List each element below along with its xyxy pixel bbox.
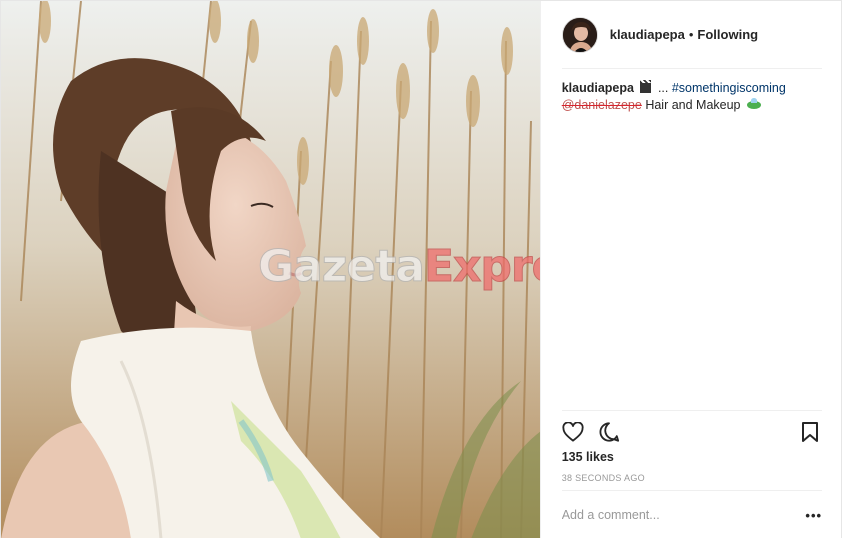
post-photo[interactable]: GazetaExpress: [1, 1, 540, 538]
comment-button[interactable]: [596, 419, 622, 445]
clapperboard-icon: [640, 80, 652, 93]
bookmark-icon: [801, 422, 818, 442]
avatar[interactable]: [561, 16, 598, 53]
caption-hashtag[interactable]: #somethingiscoming: [672, 81, 786, 95]
more-options-button[interactable]: •••: [803, 505, 825, 525]
divider: [561, 410, 822, 411]
post-timestamp[interactable]: 38 SECONDS AGO: [562, 473, 645, 483]
watermark: GazetaExpress: [258, 241, 540, 293]
watermark-part-1: Gazeta: [258, 241, 426, 293]
post-side-panel: klaudiapepa • Following klaudiapepa ... …: [539, 1, 842, 538]
like-count[interactable]: 135 likes: [562, 450, 614, 464]
flying-saucer-icon: [747, 98, 761, 109]
divider: [561, 490, 822, 491]
watermark-part-2: Express: [423, 241, 539, 293]
caption-ellipsis: ...: [657, 81, 669, 95]
follow-status-button[interactable]: Following: [697, 27, 758, 42]
caption-text: Hair and Makeup: [645, 98, 741, 112]
post-header: klaudiapepa • Following: [541, 1, 842, 68]
speech-bubble-icon: [599, 422, 619, 442]
like-button[interactable]: [560, 419, 586, 445]
heart-icon: [562, 422, 584, 442]
save-button[interactable]: [797, 419, 823, 445]
header-separator: •: [688, 27, 694, 42]
caption-username[interactable]: klaudiapepa: [562, 81, 634, 95]
action-bar: [562, 419, 822, 445]
comment-input[interactable]: [561, 505, 797, 525]
divider: [561, 68, 822, 69]
post-caption: klaudiapepa ... #somethingiscoming @dani…: [562, 80, 822, 114]
instagram-post: GazetaExpress klaudiapepa • Following kl…: [0, 0, 842, 538]
header-username[interactable]: klaudiapepa: [610, 27, 685, 42]
avatar-image: [562, 17, 597, 52]
caption-mention[interactable]: @danielazepe: [562, 98, 642, 112]
